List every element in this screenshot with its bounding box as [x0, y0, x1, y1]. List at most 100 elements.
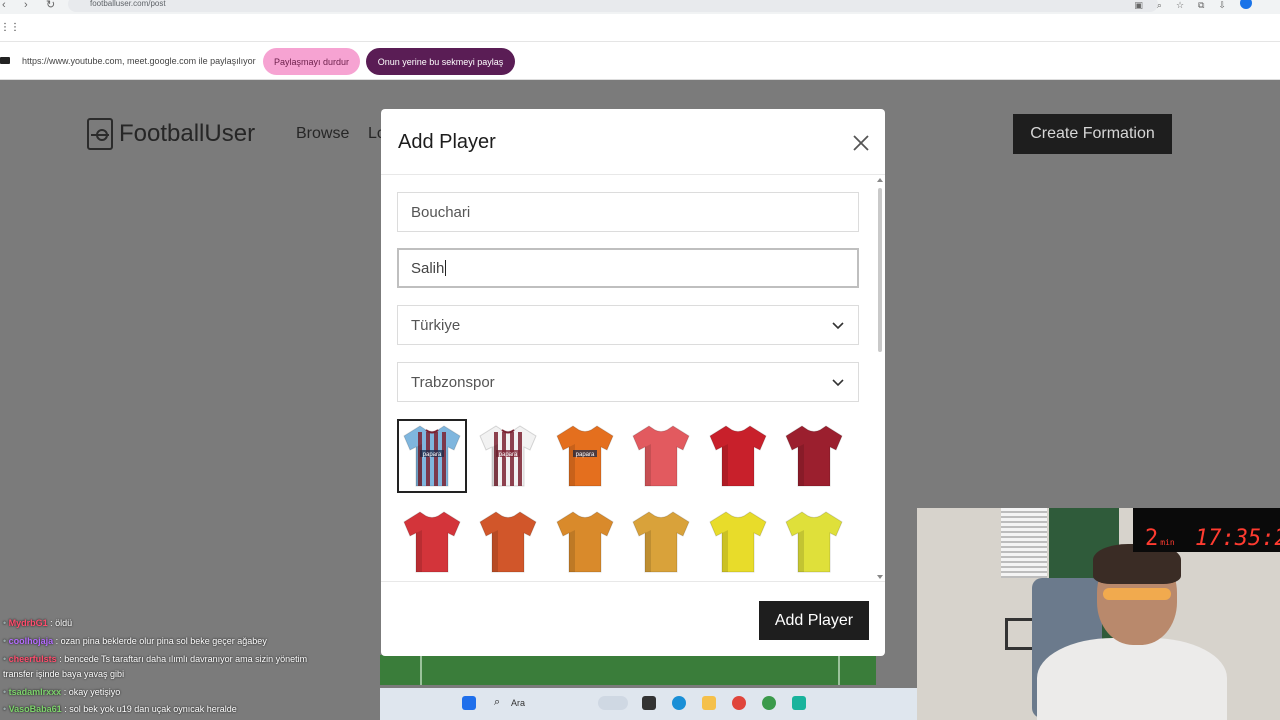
taskbar-search-label[interactable]: Ara	[511, 698, 525, 708]
chevron-down-icon	[832, 379, 844, 387]
kit-scarlet[interactable]	[397, 505, 467, 579]
modal-footer: Add Player	[381, 581, 885, 656]
scroll-thumb[interactable]	[878, 188, 882, 352]
address-url: footballuser.com/post	[90, 0, 166, 8]
modal-title: Add Player	[398, 131, 496, 153]
text-caret	[445, 260, 447, 276]
webcam-shelf	[1005, 618, 1035, 650]
jersey-icon	[708, 511, 767, 573]
widgets-icon[interactable]	[598, 696, 628, 710]
jersey-icon	[632, 511, 690, 573]
apps-grid-icon[interactable]: ⋮⋮	[0, 22, 20, 33]
browser-actions: ▣ ⌕ ☆ ⧉ ⇩	[1134, 0, 1252, 11]
chat-message: • MydrbG1 : öldü	[3, 618, 72, 628]
timer-value: 2	[1145, 526, 1159, 551]
jersey-icon: papara	[403, 425, 461, 487]
kit-yellow[interactable]	[703, 505, 773, 579]
reload-icon[interactable]: ↻	[46, 0, 55, 11]
kit-coral[interactable]	[626, 419, 696, 493]
file-explorer-icon[interactable]	[702, 696, 716, 710]
chat-text: transfer işinde baya yavaş gibi	[3, 669, 125, 679]
bookmark-star-icon[interactable]: ☆	[1176, 0, 1184, 11]
kit-trabzonspor-away[interactable]: papara	[473, 419, 543, 493]
webcam-person-glasses	[1103, 588, 1171, 600]
kit-maroon[interactable]	[779, 419, 849, 493]
kit-red[interactable]	[703, 419, 773, 493]
kit-burnt-orange[interactable]	[473, 505, 543, 579]
jersey-icon	[632, 425, 690, 487]
modal-scrollbar[interactable]	[875, 176, 885, 581]
country-select[interactable]: Türkiye	[397, 305, 859, 345]
jersey-icon	[708, 425, 767, 487]
chrome-profile-icon[interactable]	[762, 696, 776, 710]
add-player-submit-button[interactable]: Add Player	[759, 601, 869, 640]
edge-icon[interactable]	[672, 696, 686, 710]
kit-gold[interactable]	[626, 505, 696, 579]
kit-sponsor-text: papara	[423, 452, 442, 458]
downloads-icon[interactable]: ⇩	[1218, 0, 1226, 11]
chrome-icon[interactable]	[732, 696, 746, 710]
scroll-down-arrow[interactable]	[877, 575, 883, 579]
task-view-icon[interactable]	[642, 696, 656, 710]
kit-amber[interactable]	[550, 505, 620, 579]
chat-username: cheerfulsts	[8, 654, 57, 664]
chevron-down-icon	[832, 322, 844, 330]
chat-message: • VasoBaba61 : sol bek yok u19 dan uçak …	[3, 704, 237, 714]
modal-body: Bouchari Salih Türkiye Trabzonspor papar…	[381, 176, 885, 581]
pitch-preview	[380, 655, 876, 685]
jersey-icon	[479, 511, 538, 573]
last-name-field[interactable]: Bouchari	[397, 192, 859, 232]
scroll-up-arrow[interactable]	[877, 178, 883, 182]
chat-username: VasoBaba61	[8, 704, 62, 714]
search-icon[interactable]: ⌕	[494, 696, 500, 709]
team-value: Trabzonspor	[411, 374, 495, 391]
screen-share-icon	[0, 57, 10, 64]
kit-trabzonspor-home[interactable]: papara	[397, 419, 467, 493]
team-select[interactable]: Trabzonspor	[397, 362, 859, 402]
stop-sharing-button[interactable]: Paylaşmayı durdur	[263, 48, 360, 75]
add-player-modal: Add Player Bouchari Salih Türkiye Trabzo…	[381, 109, 885, 656]
country-value: Türkiye	[411, 317, 461, 334]
kit-trabzonspor-third[interactable]: papara	[550, 419, 620, 493]
timer-unit: min	[1160, 538, 1175, 547]
forward-icon[interactable]: ›	[24, 0, 28, 11]
pitch-logo-icon	[87, 118, 113, 150]
stream-clock: 2min 17:35:26	[1133, 508, 1280, 552]
share-status-text: https://www.youtube.com, meet.google.com…	[22, 56, 256, 66]
chat-text: : öldü	[47, 618, 73, 628]
first-name-field[interactable]: Salih	[397, 248, 859, 288]
back-icon[interactable]: ‹	[2, 0, 6, 11]
webcam-window-blind	[1001, 508, 1047, 578]
windows-start-icon[interactable]	[462, 696, 476, 710]
kit-lime-yellow[interactable]	[779, 505, 849, 579]
profile-avatar[interactable]	[1240, 0, 1252, 9]
bookmarks-bar: ⋮⋮	[0, 14, 1280, 42]
address-bar[interactable]: footballuser.com/post	[68, 0, 1158, 12]
translate-icon[interactable]: ▣	[1134, 0, 1143, 11]
first-name-text: Salih	[411, 260, 447, 277]
site-logo-text: FootballUser	[119, 120, 256, 147]
close-icon[interactable]	[851, 133, 871, 153]
last-name-value: Bouchari	[411, 204, 471, 221]
modal-header: Add Player	[381, 109, 885, 175]
jersey-icon: papara	[479, 425, 538, 487]
stream-chat: • MydrbG1 : öldü • coolhojaja : ozan pina…	[0, 616, 380, 720]
share-this-tab-button[interactable]: Onun yerine bu sekmeyi paylaş	[366, 48, 515, 75]
nav-browse-link[interactable]: Browse	[296, 125, 349, 143]
stream-time: 17:35:26	[1195, 526, 1280, 551]
app-icon[interactable]	[792, 696, 806, 710]
create-formation-button[interactable]: Create Formation	[1013, 114, 1172, 154]
chat-text: : ozan pina beklerde olur pina sol beke …	[53, 636, 267, 646]
screen-share-bar: https://www.youtube.com, meet.google.com…	[0, 42, 1280, 80]
chat-text: : bencede Ts taraftarı daha ılımlı davra…	[56, 654, 308, 664]
chat-message: • coolhojaja : ozan pina beklerde olur p…	[3, 636, 267, 646]
first-name-value: Salih	[411, 260, 445, 277]
jersey-icon	[556, 511, 614, 573]
jersey-icon	[785, 425, 843, 487]
site-logo[interactable]: FootballUser	[87, 118, 255, 150]
zoom-icon[interactable]: ⌕	[1157, 0, 1162, 11]
chat-message: • tsadamlrxxx : okay yetişiyo	[3, 687, 120, 697]
extensions-icon[interactable]: ⧉	[1198, 0, 1204, 11]
jersey-icon	[403, 511, 461, 573]
chat-username: tsadamlrxxx	[8, 687, 62, 697]
